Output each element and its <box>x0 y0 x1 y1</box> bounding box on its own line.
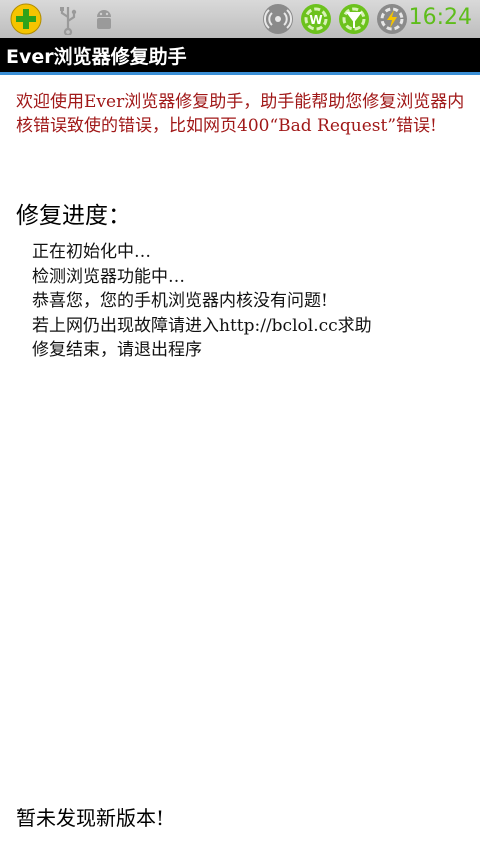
log-line: 检测浏览器功能中… <box>32 266 185 287</box>
log-line: 正在初始化中… <box>32 242 151 262</box>
status-time: 16:24 <box>408 5 472 30</box>
progress-log: 正在初始化中… 检测浏览器功能中… 恭喜您，您的手机浏览器内核没有问题! 若上网… <box>32 240 372 363</box>
app-title-bar: Ever浏览器修复助手 <box>0 38 480 75</box>
plus-app-icon <box>10 3 42 35</box>
wifi-toggle-icon: W <box>301 4 331 34</box>
battery-charging-icon <box>377 4 407 34</box>
version-status: 暂未发现新版本! <box>16 806 165 830</box>
log-line: 修复结束，请退出程序 <box>32 340 202 360</box>
signal-toggle-icon <box>339 4 369 34</box>
app-title: Ever浏览器修复助手 <box>6 46 187 68</box>
log-line: 恭喜您，您的手机浏览器内核没有问题! <box>32 291 328 311</box>
status-bar: W 16:24 <box>0 0 480 38</box>
usb-icon <box>60 7 77 35</box>
android-debug-icon <box>97 10 111 29</box>
wifi-hotspot-icon <box>263 4 293 34</box>
intro-text: 欢迎使用Ever浏览器修复助手，助手能帮助您修复浏览器内核错误致使的错误，比如网… <box>16 92 465 136</box>
log-line: 若上网仍出现故障请进入http://bclol.cc求助 <box>32 315 372 336</box>
svg-text:W: W <box>309 13 322 27</box>
progress-title: 修复进度： <box>16 203 131 229</box>
